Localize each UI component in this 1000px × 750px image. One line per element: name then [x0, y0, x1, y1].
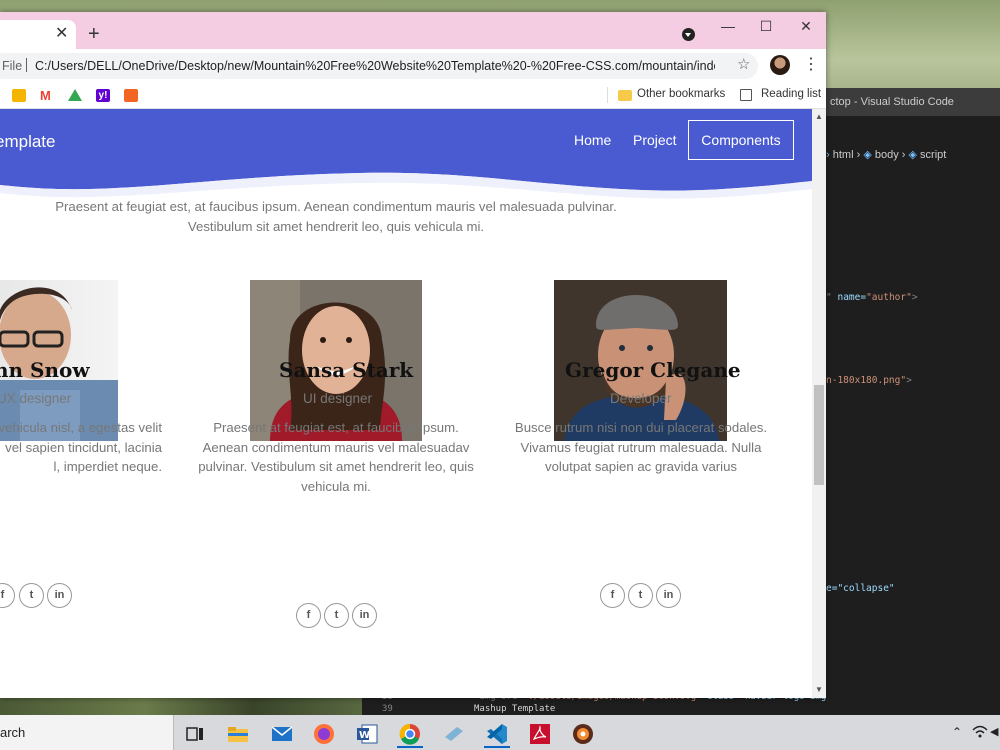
yahoo-icon[interactable]: y! [96, 89, 110, 102]
media-player-icon[interactable] [566, 720, 600, 748]
twitter-icon[interactable]: t [19, 583, 44, 608]
vscode-breadcrumb[interactable]: › html › ◈ body › ◈ script [826, 148, 946, 161]
firefox-icon[interactable] [307, 720, 341, 748]
drive-icon[interactable] [68, 89, 82, 101]
browser-titlebar[interactable]: ✕ + — ☐ ✕ [0, 12, 826, 49]
page-viewport[interactable]: emplate Home Project Components Praesent… [0, 109, 812, 698]
svg-text:W: W [359, 730, 370, 741]
facebook-icon[interactable]: f [296, 603, 321, 628]
wifi-icon[interactable] [972, 725, 988, 742]
active-indicator [484, 746, 510, 748]
browser-window: ✕ + — ☐ ✕ File C:/Users/DELL/OneDrive/De… [0, 12, 826, 698]
code-line: Mashup Template [474, 704, 556, 714]
code-line: " name="author"> [826, 292, 918, 303]
profile-menu-icon[interactable] [682, 28, 695, 41]
twitter-icon[interactable]: t [324, 603, 349, 628]
nav-project-link[interactable]: Project [633, 132, 677, 148]
folder-icon [618, 90, 632, 101]
site-brand[interactable]: emplate [0, 132, 55, 152]
cube-icon: ◈ [908, 149, 917, 161]
address-bar-row: File C:/Users/DELL/OneDrive/Desktop/new/… [0, 49, 826, 81]
chevron-right-icon: › [856, 149, 861, 161]
intro-line: Praesent at feugiat est, at faucibus ips… [55, 199, 617, 214]
scroll-thumb[interactable] [814, 385, 824, 485]
page-scrollbar[interactable]: ▲ ▼ [812, 109, 826, 698]
breadcrumb-body[interactable]: body [875, 149, 899, 161]
nav-home-link[interactable]: Home [574, 132, 611, 148]
mail-icon[interactable] [265, 720, 299, 748]
chevron-right-icon: › [901, 149, 906, 161]
linkedin-icon[interactable]: in [352, 603, 377, 628]
site-nav: emplate Home Project Components [0, 109, 812, 189]
reading-list-link[interactable]: Reading list [761, 88, 821, 100]
section-intro: Praesent at feugiat est, at faucibus ips… [0, 197, 672, 236]
line-number: 39 [382, 704, 393, 714]
app-icon[interactable] [437, 720, 471, 748]
taskbar-search-text: arch [0, 725, 26, 740]
maximize-icon[interactable]: ☐ [746, 18, 786, 35]
avatar[interactable] [770, 55, 790, 75]
intro-line: Vestibulum sit amet hendrerit leo, quis … [187, 218, 485, 234]
person-name: Gregor Clegane [565, 358, 741, 382]
other-bookmarks-link[interactable]: Other bookmarks [637, 88, 725, 100]
vscode-icon[interactable] [480, 720, 514, 748]
taskbar: arch W ⌃ ◀ [0, 715, 1000, 750]
volume-icon[interactable]: ◀ [990, 725, 998, 738]
close-window-icon[interactable]: ✕ [786, 18, 826, 35]
person-bio: Praesent at feugiat est, at faucibus ips… [198, 420, 474, 494]
divider [26, 58, 27, 72]
vscode-window[interactable]: ctop - Visual Studio Code › html › ◈ bod… [826, 88, 1000, 715]
person-role: Developer [610, 391, 672, 406]
show-hidden-icons-icon[interactable]: ⌃ [952, 725, 962, 739]
bookmark-star-icon[interactable]: ☆ [737, 55, 750, 73]
person-name: hn Snow [0, 358, 90, 382]
facebook-icon[interactable]: f [600, 583, 625, 608]
new-tab-icon[interactable]: + [88, 24, 100, 44]
person-role: UI designer [303, 391, 373, 406]
chevron-right-icon: › [826, 149, 830, 161]
omnibox[interactable]: File C:/Users/DELL/OneDrive/Desktop/new/… [0, 53, 758, 79]
vscode-title: ctop - Visual Studio Code [826, 88, 1000, 116]
person-name: Sansa Stark [279, 358, 414, 382]
acrobat-icon[interactable] [523, 720, 557, 748]
reading-list-icon [740, 89, 752, 101]
breadcrumb-script[interactable]: script [920, 149, 946, 161]
gmail-icon[interactable]: M [40, 89, 54, 102]
active-indicator [397, 746, 423, 748]
facebook-icon[interactable]: f [0, 583, 15, 608]
code-line: e="collapse" [826, 583, 895, 594]
url-text[interactable]: C:/Users/DELL/OneDrive/Desktop/new/Mount… [35, 59, 715, 73]
slides-icon[interactable] [12, 89, 26, 102]
linkedin-icon[interactable]: in [656, 583, 681, 608]
breadcrumb-html[interactable]: html [833, 149, 854, 161]
code-line: n-180x180.png"> [826, 375, 912, 386]
chrome-icon[interactable] [393, 720, 427, 748]
cube-icon: ◈ [863, 149, 872, 161]
divider [607, 87, 608, 103]
person-role: UX designer [0, 391, 72, 406]
person-bio: vehicula nisl, a egestas velit vel sapie… [0, 420, 162, 474]
scroll-up-icon[interactable]: ▲ [815, 112, 823, 121]
file-explorer-icon[interactable] [221, 720, 255, 748]
desktop-wallpaper-strip [0, 698, 362, 715]
person-bio: Busce rutrum nisi non dui placerat sodal… [514, 420, 768, 474]
linkedin-icon[interactable]: in [47, 583, 72, 608]
twitter-icon[interactable]: t [628, 583, 653, 608]
kebab-menu-icon[interactable]: ⋮ [803, 54, 819, 74]
close-tab-icon[interactable]: ✕ [55, 26, 68, 42]
taskbar-search[interactable]: arch [0, 715, 174, 750]
components-button[interactable]: Components [688, 120, 794, 160]
word-icon[interactable]: W [350, 720, 384, 748]
task-view-icon[interactable] [178, 720, 212, 748]
url-scheme: File [2, 59, 23, 73]
scroll-down-icon[interactable]: ▼ [815, 685, 823, 694]
vertex-icon[interactable] [124, 89, 138, 102]
bookmarks-bar: M y! Other bookmarks Reading list [0, 81, 826, 109]
minimize-icon[interactable]: — [708, 18, 748, 34]
browser-tab[interactable]: ✕ [0, 20, 76, 49]
